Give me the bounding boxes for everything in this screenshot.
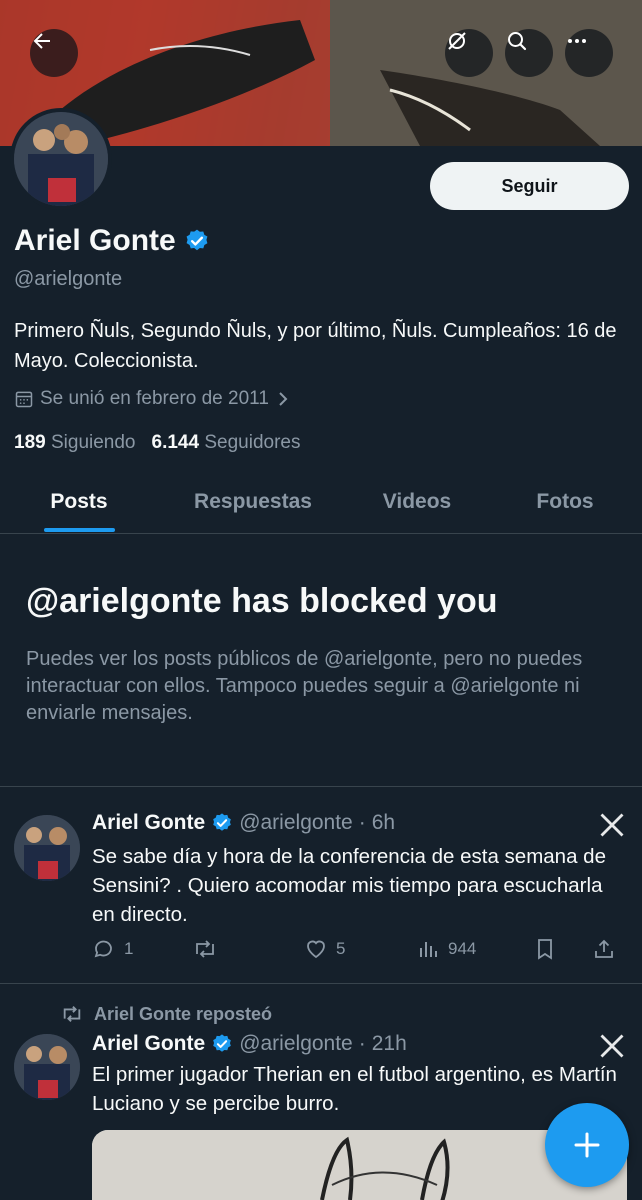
view-count: 944	[448, 939, 477, 958]
divider	[0, 983, 642, 984]
x-logo-icon	[600, 813, 624, 837]
post-time[interactable]: 21h	[372, 1032, 407, 1056]
profile-bio: Primero Ñuls, Segundo Ñuls, y por último…	[14, 320, 617, 372]
grok-button[interactable]	[445, 29, 493, 77]
blocked-message: Puedes ver los posts públicos de @arielg…	[26, 648, 583, 724]
profile-handle: @arielgonte	[14, 268, 123, 290]
reply-icon	[94, 940, 112, 958]
search-button[interactable]	[505, 29, 553, 77]
followers-count: 6.144	[151, 432, 200, 453]
reply-count: 1	[124, 939, 134, 958]
reply-button[interactable]: 1	[92, 937, 192, 961]
tab-fotos[interactable]: Fotos	[510, 470, 620, 534]
joined-label: Se unió en febrero de 2011	[40, 388, 269, 409]
tab-respuestas[interactable]: Respuestas	[170, 470, 336, 534]
heart-icon	[307, 940, 325, 959]
profile-avatar[interactable]	[10, 108, 112, 210]
arrow-left-icon	[33, 33, 50, 49]
bookmark-icon	[538, 939, 552, 960]
followers-label: Seguidores	[204, 432, 301, 453]
post-item[interactable]: Ariel Gonte @arielgonte · 6h Se sabe día…	[0, 787, 642, 983]
post-time[interactable]: 6h	[372, 811, 395, 835]
joined-date[interactable]: Se unió en febrero de 2011	[14, 388, 291, 410]
post-avatar[interactable]	[14, 1034, 80, 1100]
post-actions: 1 5 944	[92, 937, 627, 961]
verified-badge-icon[interactable]	[184, 228, 210, 254]
verified-badge-icon	[213, 813, 231, 831]
post-header: Ariel Gonte @arielgonte · 6h	[92, 811, 395, 835]
avatar-image	[14, 112, 108, 206]
profile-name: Ariel Gonte	[14, 224, 176, 257]
post-header: Ariel Gonte @arielgonte · 21h	[92, 1032, 407, 1056]
search-icon	[508, 32, 527, 51]
more-horizontal-icon	[568, 39, 586, 43]
repost-button[interactable]	[192, 937, 304, 961]
active-tab-indicator	[44, 528, 115, 532]
share-button[interactable]	[592, 937, 622, 961]
post-author-handle: @arielgonte	[239, 1032, 353, 1055]
profile-name-row: Ariel Gonte	[14, 224, 210, 258]
bookmark-button[interactable]	[534, 937, 592, 961]
post-avatar[interactable]	[14, 815, 80, 881]
chevron-right-icon	[279, 392, 288, 406]
avatar-image	[14, 1034, 80, 1100]
grok-icon	[448, 32, 466, 50]
post-text: Se sabe día y hora de la conferencia de …	[92, 845, 606, 926]
following-count: 189	[14, 432, 46, 453]
avatar-image	[14, 815, 80, 881]
post-author-name[interactable]: Ariel Gonte	[92, 1032, 205, 1056]
compose-post-button[interactable]	[545, 1103, 629, 1187]
post-separator: ·	[358, 1032, 366, 1055]
views-button[interactable]: 944	[416, 937, 534, 961]
post-author-handle: @arielgonte	[239, 811, 353, 834]
repost-icon	[196, 940, 214, 958]
x-logo-icon	[600, 1034, 624, 1058]
like-count: 5	[336, 939, 346, 958]
share-icon	[595, 939, 613, 958]
following-label: Siguiendo	[50, 432, 136, 453]
post-separator: ·	[358, 811, 366, 834]
plus-icon	[574, 1132, 600, 1158]
post-text: El primer jugador Therian en el futbol a…	[92, 1063, 617, 1115]
post-author-name[interactable]: Ariel Gonte	[92, 811, 205, 835]
followers-link[interactable]: 6.144 Seguidores	[152, 432, 301, 454]
calendar-icon	[15, 391, 33, 408]
more-button[interactable]	[565, 29, 613, 77]
tab-posts[interactable]: Posts	[14, 470, 144, 534]
profile-tabs: Posts Respuestas Videos Fotos	[0, 470, 642, 534]
profile-stats: 189 Siguiendo 6.144 Seguidores	[14, 432, 300, 454]
back-button[interactable]	[30, 29, 78, 77]
tab-videos[interactable]: Videos	[360, 470, 474, 534]
follow-button[interactable]: Seguir	[430, 162, 629, 210]
verified-badge-icon	[213, 1034, 231, 1052]
following-link[interactable]: 189 Siguiendo	[14, 432, 136, 454]
views-chart-icon	[420, 942, 437, 957]
like-button[interactable]: 5	[304, 937, 416, 961]
blocked-title: @arielgonte has blocked you	[26, 582, 498, 620]
